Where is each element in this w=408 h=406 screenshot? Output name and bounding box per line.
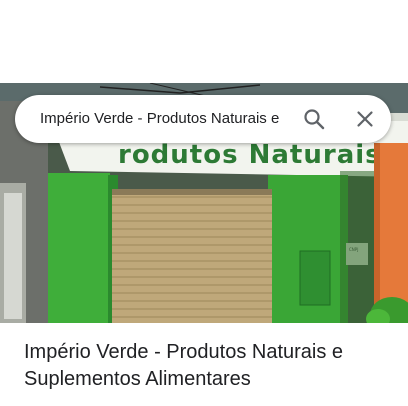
- search-icon[interactable]: [302, 107, 326, 131]
- search-query-text[interactable]: Império Verde - Produtos Naturais e: [40, 95, 298, 143]
- close-icon[interactable]: [353, 107, 377, 131]
- place-title: Império Verde - Produtos Naturais e Supl…: [24, 341, 344, 390]
- sign-lettering: rodutos Naturais: [118, 140, 382, 170]
- page: rodutos Naturais Império Verde - Produto…: [0, 0, 408, 406]
- search-bar[interactable]: Império Verde - Produtos Naturais e: [15, 95, 391, 143]
